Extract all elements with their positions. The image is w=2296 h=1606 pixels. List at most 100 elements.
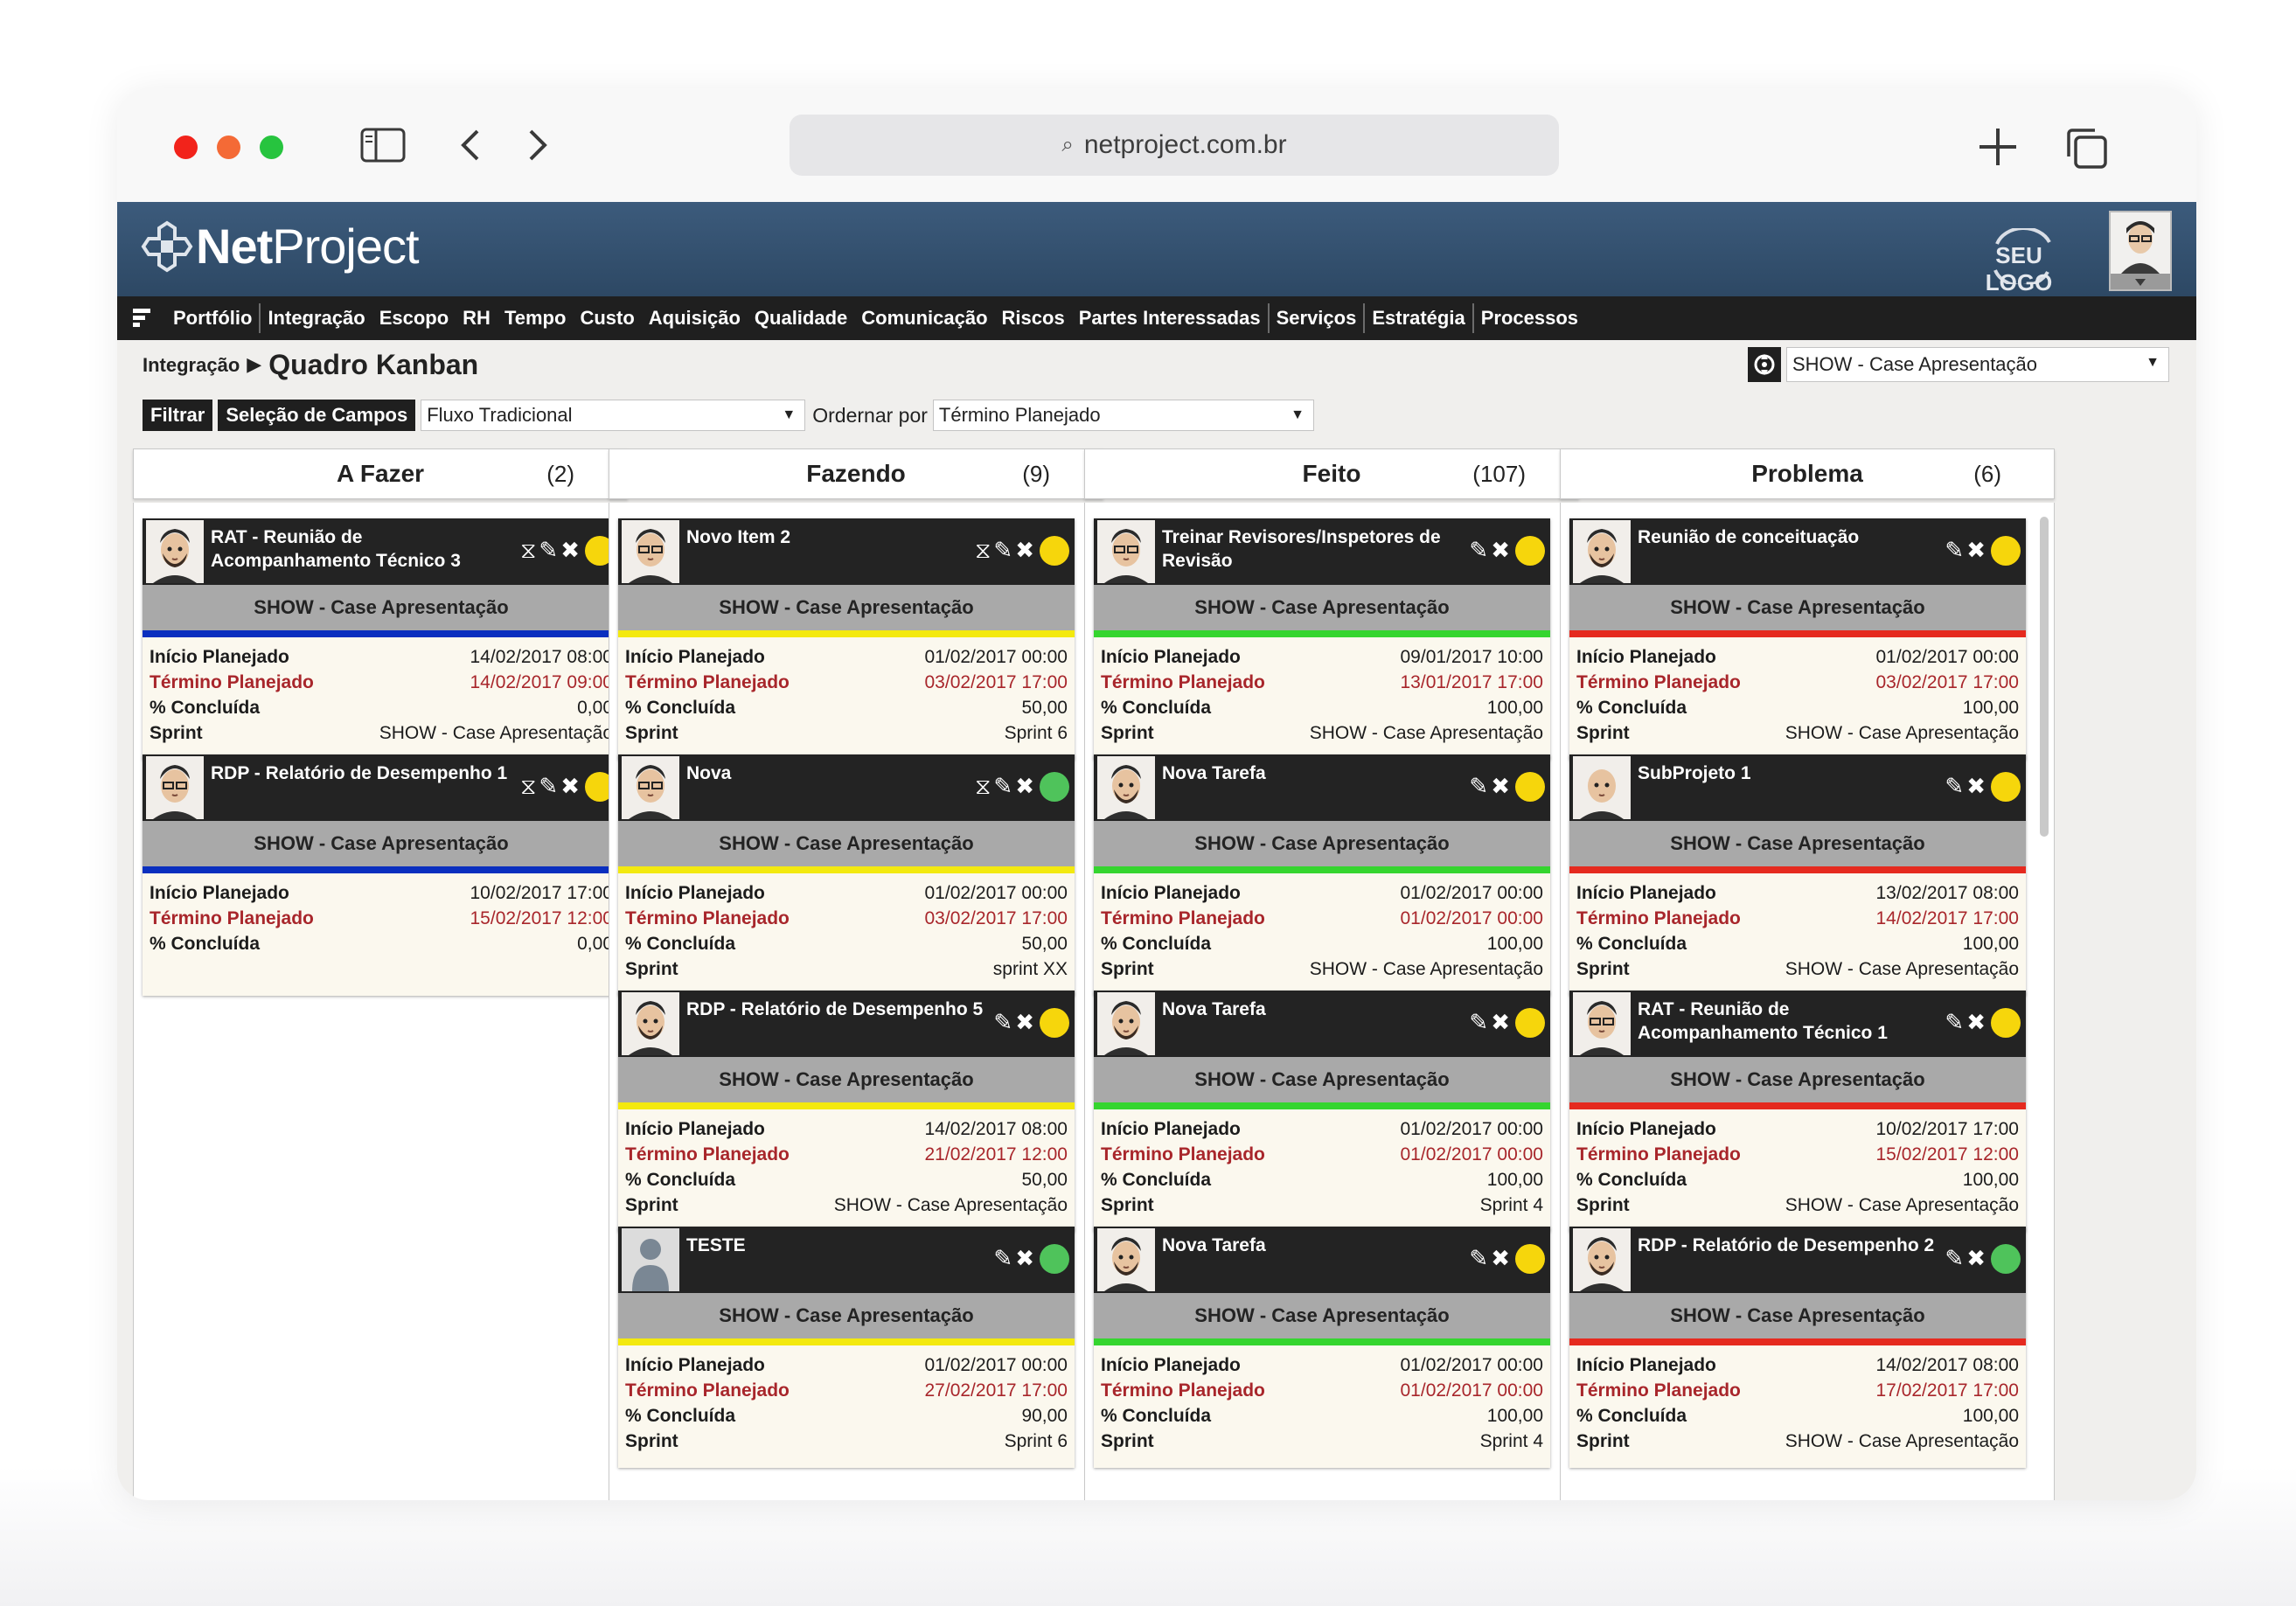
edit-icon[interactable]: ✎: [1945, 538, 1964, 564]
delete-icon[interactable]: ✖: [1966, 774, 1986, 800]
kanban-card[interactable]: Reunião de conceituação ✎ ✖ SHOW - Case Apr…: [1569, 518, 2026, 760]
card-title[interactable]: RDP - Relatório de Desempenho 1: [211, 761, 508, 785]
delete-icon[interactable]: ✖: [1015, 774, 1034, 800]
edit-icon[interactable]: ✎: [1945, 1010, 1964, 1036]
card-title[interactable]: SubProjeto 1: [1638, 761, 1935, 785]
delete-icon[interactable]: ✖: [1015, 538, 1034, 564]
kanban-card[interactable]: SubProjeto 1 ✎ ✖ SHOW - Case Apresentação In…: [1569, 754, 2026, 996]
menu-riscos[interactable]: Riscos: [995, 303, 1072, 333]
project-select[interactable]: SHOW - Case Apresentação ▼: [1786, 347, 2169, 382]
card-title[interactable]: RAT - Reunião de Acompanhamento Técnico …: [211, 525, 508, 573]
netproject-logo[interactable]: NetProject: [140, 218, 420, 275]
order-select[interactable]: Término Planejado ▼: [932, 400, 1314, 431]
kanban-card[interactable]: Nova Tarefa ✎ ✖ SHOW - Case Apresentação Iní…: [1094, 1227, 1550, 1468]
field-value: 100,00: [1962, 933, 2019, 954]
card-title[interactable]: Treinar Revisores/Inspetores de Revisão: [1162, 525, 1459, 573]
delete-icon[interactable]: ✖: [1966, 1246, 1986, 1272]
delete-icon[interactable]: ✖: [1015, 1010, 1034, 1036]
menu-toggle-button[interactable]: [117, 296, 166, 340]
kanban-card[interactable]: RAT - Reunião de Acompanhamento Técnico …: [143, 518, 620, 760]
filter-button[interactable]: Filtrar: [143, 400, 213, 431]
kanban-card[interactable]: Nova Tarefa ✎ ✖ SHOW - Case Apresentação Iní…: [1094, 754, 1550, 996]
address-bar[interactable]: ⌕ netproject.com.br: [790, 115, 1559, 176]
sidebar-icon[interactable]: [360, 128, 406, 163]
menu-tempo[interactable]: Tempo: [497, 303, 573, 333]
delete-icon[interactable]: ✖: [1966, 1010, 1986, 1036]
delete-icon[interactable]: ✖: [1491, 1010, 1510, 1036]
edit-icon[interactable]: ✎: [1469, 1010, 1488, 1036]
menu-estrategia[interactable]: Estratégia: [1363, 303, 1472, 333]
kanban-card[interactable]: TESTE ✎ ✖ SHOW - Case Apresentação Início Pl…: [618, 1227, 1075, 1468]
edit-icon[interactable]: ✎: [539, 774, 558, 800]
column-scrollbar[interactable]: [2040, 517, 2049, 837]
menu-portfolio[interactable]: Portfólio: [166, 303, 259, 333]
edit-icon[interactable]: ✎: [993, 774, 1012, 800]
assignee-avatar: [1097, 1228, 1155, 1291]
card-title[interactable]: Nova Tarefa: [1162, 998, 1459, 1021]
card-title[interactable]: Nova Tarefa: [1162, 1234, 1459, 1257]
field-label: Término Planejado: [1576, 671, 1741, 692]
minimize-window-button[interactable]: [217, 136, 240, 159]
field-row-pct: % Concluída 100,00: [1101, 931, 1543, 956]
kanban-card[interactable]: Novo Item 2 ⧖ ✎ ✖ SHOW - Case Apresentação In…: [618, 518, 1075, 760]
card-title[interactable]: RAT - Reunião de Acompanhamento Técnico …: [1638, 998, 1935, 1045]
menu-comunicacao[interactable]: Comunicação: [854, 303, 994, 333]
card-title[interactable]: RDP - Relatório de Desempenho 2: [1638, 1234, 1935, 1257]
kanban-card[interactable]: Treinar Revisores/Inspetores de Revisão ✎…: [1094, 518, 1550, 760]
edit-icon[interactable]: ✎: [993, 1010, 1012, 1036]
field-value: 01/02/2017 00:00: [1875, 646, 2020, 667]
project-picker-button[interactable]: [1748, 347, 1781, 382]
forward-icon[interactable]: [524, 128, 550, 163]
hourglass-icon[interactable]: ⧖: [975, 538, 991, 565]
delete-icon[interactable]: ✖: [1015, 1246, 1034, 1272]
card-title[interactable]: Reunião de conceituação: [1638, 525, 1935, 549]
edit-icon[interactable]: ✎: [1945, 1246, 1964, 1272]
hourglass-icon[interactable]: ⧖: [520, 774, 536, 801]
edit-icon[interactable]: ✎: [539, 538, 558, 564]
card-title[interactable]: TESTE: [686, 1234, 984, 1257]
card-status-stripe: [1569, 1102, 2026, 1109]
delete-icon[interactable]: ✖: [1491, 1246, 1510, 1272]
tab-overview-icon[interactable]: [2065, 127, 2109, 170]
delete-icon[interactable]: ✖: [1966, 538, 1986, 564]
menu-servicos[interactable]: Serviços: [1267, 303, 1364, 333]
menu-escopo[interactable]: Escopo: [372, 303, 456, 333]
hourglass-icon[interactable]: ⧖: [520, 538, 536, 565]
delete-icon[interactable]: ✖: [1491, 774, 1510, 800]
edit-icon[interactable]: ✎: [1469, 538, 1488, 564]
hourglass-icon[interactable]: ⧖: [975, 774, 991, 801]
menu-custo[interactable]: Custo: [573, 303, 641, 333]
breadcrumb-parent[interactable]: Integração: [143, 354, 240, 377]
edit-icon[interactable]: ✎: [993, 538, 1012, 564]
menu-integracao[interactable]: Integração: [259, 303, 372, 333]
user-avatar[interactable]: [2109, 211, 2172, 291]
field-selection-button[interactable]: Seleção de Campos: [218, 400, 416, 431]
kanban-card[interactable]: RDP - Relatório de Desempenho 5 ✎ ✖ SHOW - …: [618, 991, 1075, 1232]
delete-icon[interactable]: ✖: [560, 538, 580, 564]
menu-aquisicao[interactable]: Aquisição: [642, 303, 748, 333]
flow-select[interactable]: Fluxo Tradicional ▼: [421, 400, 806, 431]
menu-rh[interactable]: RH: [456, 303, 497, 333]
maximize-window-button[interactable]: [260, 136, 283, 159]
close-window-button[interactable]: [174, 136, 198, 159]
menu-partes-interessadas[interactable]: Partes Interessadas: [1072, 303, 1268, 333]
kanban-card[interactable]: RDP - Relatório de Desempenho 1 ⧖ ✎ ✖ SHOW -…: [143, 754, 620, 996]
new-tab-icon[interactable]: [1978, 127, 2018, 167]
back-icon[interactable]: [458, 128, 484, 163]
delete-icon[interactable]: ✖: [560, 774, 580, 800]
card-title[interactable]: Nova: [686, 761, 984, 785]
menu-qualidade[interactable]: Qualidade: [748, 303, 854, 333]
kanban-card[interactable]: Nova ⧖ ✎ ✖ SHOW - Case Apresentação Início Pl…: [618, 754, 1075, 996]
edit-icon[interactable]: ✎: [993, 1246, 1012, 1272]
card-title[interactable]: Nova Tarefa: [1162, 761, 1459, 785]
card-title[interactable]: RDP - Relatório de Desempenho 5: [686, 998, 984, 1021]
edit-icon[interactable]: ✎: [1945, 774, 1964, 800]
card-title[interactable]: Novo Item 2: [686, 525, 984, 549]
edit-icon[interactable]: ✎: [1469, 1246, 1488, 1272]
kanban-card[interactable]: RDP - Relatório de Desempenho 2 ✎ ✖ SHOW - …: [1569, 1227, 2026, 1468]
kanban-card[interactable]: RAT - Reunião de Acompanhamento Técnico …: [1569, 991, 2026, 1232]
kanban-card[interactable]: Nova Tarefa ✎ ✖ SHOW - Case Apresentação Iní…: [1094, 991, 1550, 1232]
edit-icon[interactable]: ✎: [1469, 774, 1488, 800]
delete-icon[interactable]: ✖: [1491, 538, 1510, 564]
menu-processos[interactable]: Processos: [1472, 303, 1585, 333]
